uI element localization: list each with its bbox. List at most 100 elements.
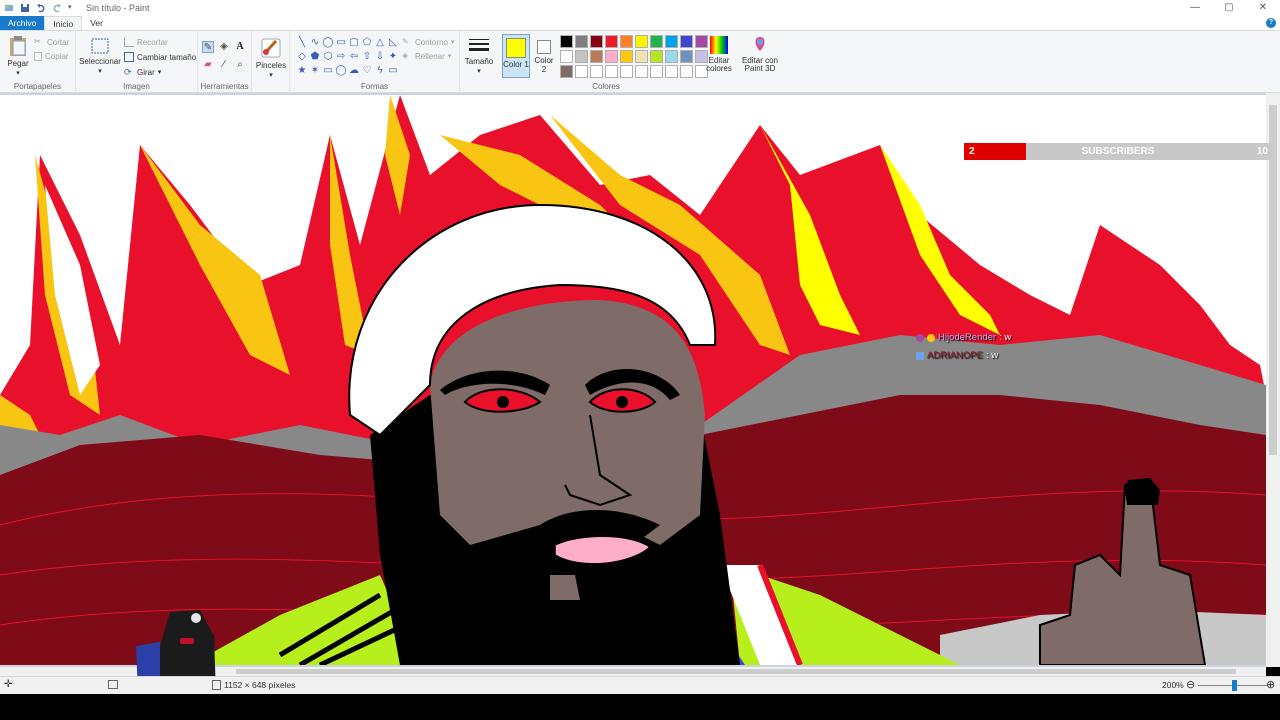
line-shape-icon[interactable]: ╲ bbox=[296, 37, 308, 49]
palette-swatch[interactable] bbox=[590, 35, 603, 48]
image-group-label: Imagen bbox=[123, 82, 150, 91]
save-icon[interactable] bbox=[20, 3, 30, 13]
palette-swatch[interactable] bbox=[620, 65, 633, 78]
right-arrow-shape-icon[interactable]: ⇨ bbox=[335, 51, 347, 63]
palette-swatch[interactable] bbox=[560, 35, 573, 48]
palette-swatch[interactable] bbox=[665, 35, 678, 48]
six-point-star-shape-icon[interactable]: ✶ bbox=[309, 65, 321, 77]
clipboard-group-label: Portapapeles bbox=[13, 82, 62, 91]
palette-swatch[interactable] bbox=[665, 50, 678, 63]
palette-swatch[interactable] bbox=[560, 50, 573, 63]
palette-swatch[interactable] bbox=[575, 65, 588, 78]
shapes-group-label: Formas bbox=[360, 82, 389, 91]
customize-toolbar-icon[interactable]: ▾ bbox=[68, 3, 78, 13]
palette-swatch[interactable] bbox=[650, 35, 663, 48]
hexagon-shape-icon[interactable]: ⬡ bbox=[322, 51, 334, 63]
zoom-in-button[interactable]: ⊕ bbox=[1266, 678, 1275, 691]
zoom-slider-knob[interactable] bbox=[1232, 680, 1237, 691]
eraser-icon[interactable]: ▰ bbox=[202, 59, 214, 71]
palette-swatch[interactable] bbox=[605, 65, 618, 78]
size-button[interactable]: Tamaño ▾ bbox=[462, 37, 496, 75]
brushes-group: Pinceles ▾ bbox=[252, 31, 290, 93]
palette-swatch[interactable] bbox=[575, 35, 588, 48]
vertical-scrollbar[interactable] bbox=[1266, 93, 1280, 667]
color1-button[interactable]: Color 1 bbox=[502, 34, 530, 78]
cut-button[interactable]: ✂ Cortar bbox=[34, 37, 69, 47]
palette-swatch[interactable] bbox=[560, 65, 573, 78]
resize-button[interactable]: Cambiar tamaño bbox=[124, 52, 196, 62]
palette-swatch[interactable] bbox=[650, 65, 663, 78]
brushes-button[interactable]: Pinceles ▾ bbox=[254, 35, 288, 79]
rectangle-shape-icon[interactable]: ▭ bbox=[335, 37, 347, 49]
select-icon bbox=[91, 38, 109, 54]
tab-view[interactable]: Ver bbox=[82, 16, 111, 30]
palette-swatch[interactable] bbox=[605, 50, 618, 63]
triangle-shape-icon[interactable]: △ bbox=[374, 37, 386, 49]
color2-button[interactable]: Color 2 bbox=[532, 34, 556, 74]
pentagon-shape-icon[interactable]: ⬟ bbox=[309, 51, 321, 63]
four-point-star-shape-icon[interactable]: ✦ bbox=[387, 51, 399, 63]
left-arrow-shape-icon[interactable]: ⇦ bbox=[348, 51, 360, 63]
palette-swatch[interactable] bbox=[635, 35, 648, 48]
chat-text: : w bbox=[985, 350, 999, 361]
fill-button[interactable]: ◈ Rellenar ▾ bbox=[402, 51, 451, 61]
palette-swatch[interactable] bbox=[650, 50, 663, 63]
drawing-canvas[interactable] bbox=[0, 95, 1266, 665]
palette-swatch[interactable] bbox=[680, 50, 693, 63]
palette-swatch[interactable] bbox=[620, 50, 633, 63]
palette-swatch[interactable] bbox=[665, 65, 678, 78]
tab-home[interactable]: Inicio bbox=[44, 16, 83, 30]
help-icon[interactable]: ? bbox=[1266, 18, 1276, 28]
oval-shape-icon[interactable]: ◯ bbox=[322, 37, 334, 49]
palette-swatch[interactable] bbox=[620, 35, 633, 48]
tab-file[interactable]: Archivo bbox=[0, 16, 45, 30]
palette-swatch[interactable] bbox=[605, 35, 618, 48]
pencil-icon[interactable]: ✎ bbox=[202, 41, 214, 53]
magnifier-icon[interactable]: ⌕ bbox=[234, 59, 246, 71]
color-picker-icon[interactable]: ⁄ bbox=[218, 59, 230, 71]
diamond-shape-icon[interactable]: ◇ bbox=[296, 51, 308, 63]
paint3d-button[interactable]: Editar con Paint 3D bbox=[738, 35, 782, 73]
lightning-shape-icon[interactable]: ϟ bbox=[374, 65, 386, 77]
five-point-star-shape-icon[interactable]: ★ bbox=[296, 65, 308, 77]
palette-swatch[interactable] bbox=[680, 65, 693, 78]
paint3d-label: Editar con Paint 3D bbox=[741, 56, 779, 73]
rounded-callout-shape-icon[interactable]: ▭ bbox=[322, 65, 334, 77]
right-triangle-shape-icon[interactable]: ◺ bbox=[387, 37, 399, 49]
oval-callout-shape-icon[interactable]: ◯ bbox=[335, 65, 347, 77]
palette-swatch[interactable] bbox=[635, 65, 648, 78]
palette-swatch[interactable] bbox=[635, 50, 648, 63]
rotate-icon: ⟳ bbox=[124, 67, 132, 77]
shape-shape-icon[interactable]: ▭ bbox=[387, 65, 399, 77]
copy-label: Copiar bbox=[45, 52, 69, 61]
maximize-button[interactable]: ▢ bbox=[1212, 0, 1246, 16]
cloud-callout-shape-icon[interactable]: ☁ bbox=[348, 65, 360, 77]
zoom-out-button[interactable]: ⊖ bbox=[1186, 678, 1195, 691]
curve-shape-icon[interactable]: ∿ bbox=[309, 37, 321, 49]
close-button[interactable]: ✕ bbox=[1246, 0, 1280, 16]
fill-label: Rellenar bbox=[415, 51, 445, 61]
palette-swatch[interactable] bbox=[680, 35, 693, 48]
down-arrow-shape-icon[interactable]: ⇩ bbox=[374, 51, 386, 63]
horizontal-scroll-thumb[interactable] bbox=[236, 669, 1236, 674]
polygon-shape-icon[interactable]: ⬠ bbox=[361, 37, 373, 49]
quick-access-toolbar: ▾ bbox=[0, 0, 78, 16]
select-button[interactable]: Seleccionar ▾ bbox=[78, 37, 122, 75]
up-arrow-shape-icon[interactable]: ⇧ bbox=[361, 51, 373, 63]
heart-shape-icon[interactable]: ♡ bbox=[361, 65, 373, 77]
palette-swatch[interactable] bbox=[575, 50, 588, 63]
redo-icon[interactable] bbox=[52, 3, 62, 13]
outline-button[interactable]: ✎ Contorno ▾ bbox=[402, 37, 454, 47]
text-tool-icon[interactable]: A bbox=[234, 41, 246, 53]
minimize-button[interactable]: — bbox=[1178, 0, 1212, 16]
copy-button[interactable]: Copiar bbox=[34, 52, 69, 61]
edit-colors-button[interactable]: Editar colores bbox=[704, 35, 734, 73]
fill-bucket-icon[interactable]: ◈ bbox=[218, 41, 230, 53]
rounded-rectangle-shape-icon[interactable]: ▢ bbox=[348, 37, 360, 49]
undo-icon[interactable] bbox=[36, 3, 46, 13]
crop-button[interactable]: Recortar bbox=[124, 37, 168, 47]
rotate-button[interactable]: ⟳ Girar ▾ bbox=[124, 67, 161, 77]
palette-swatch[interactable] bbox=[590, 65, 603, 78]
palette-swatch[interactable] bbox=[590, 50, 603, 63]
paste-button[interactable]: Pegar ▾ bbox=[4, 35, 32, 77]
